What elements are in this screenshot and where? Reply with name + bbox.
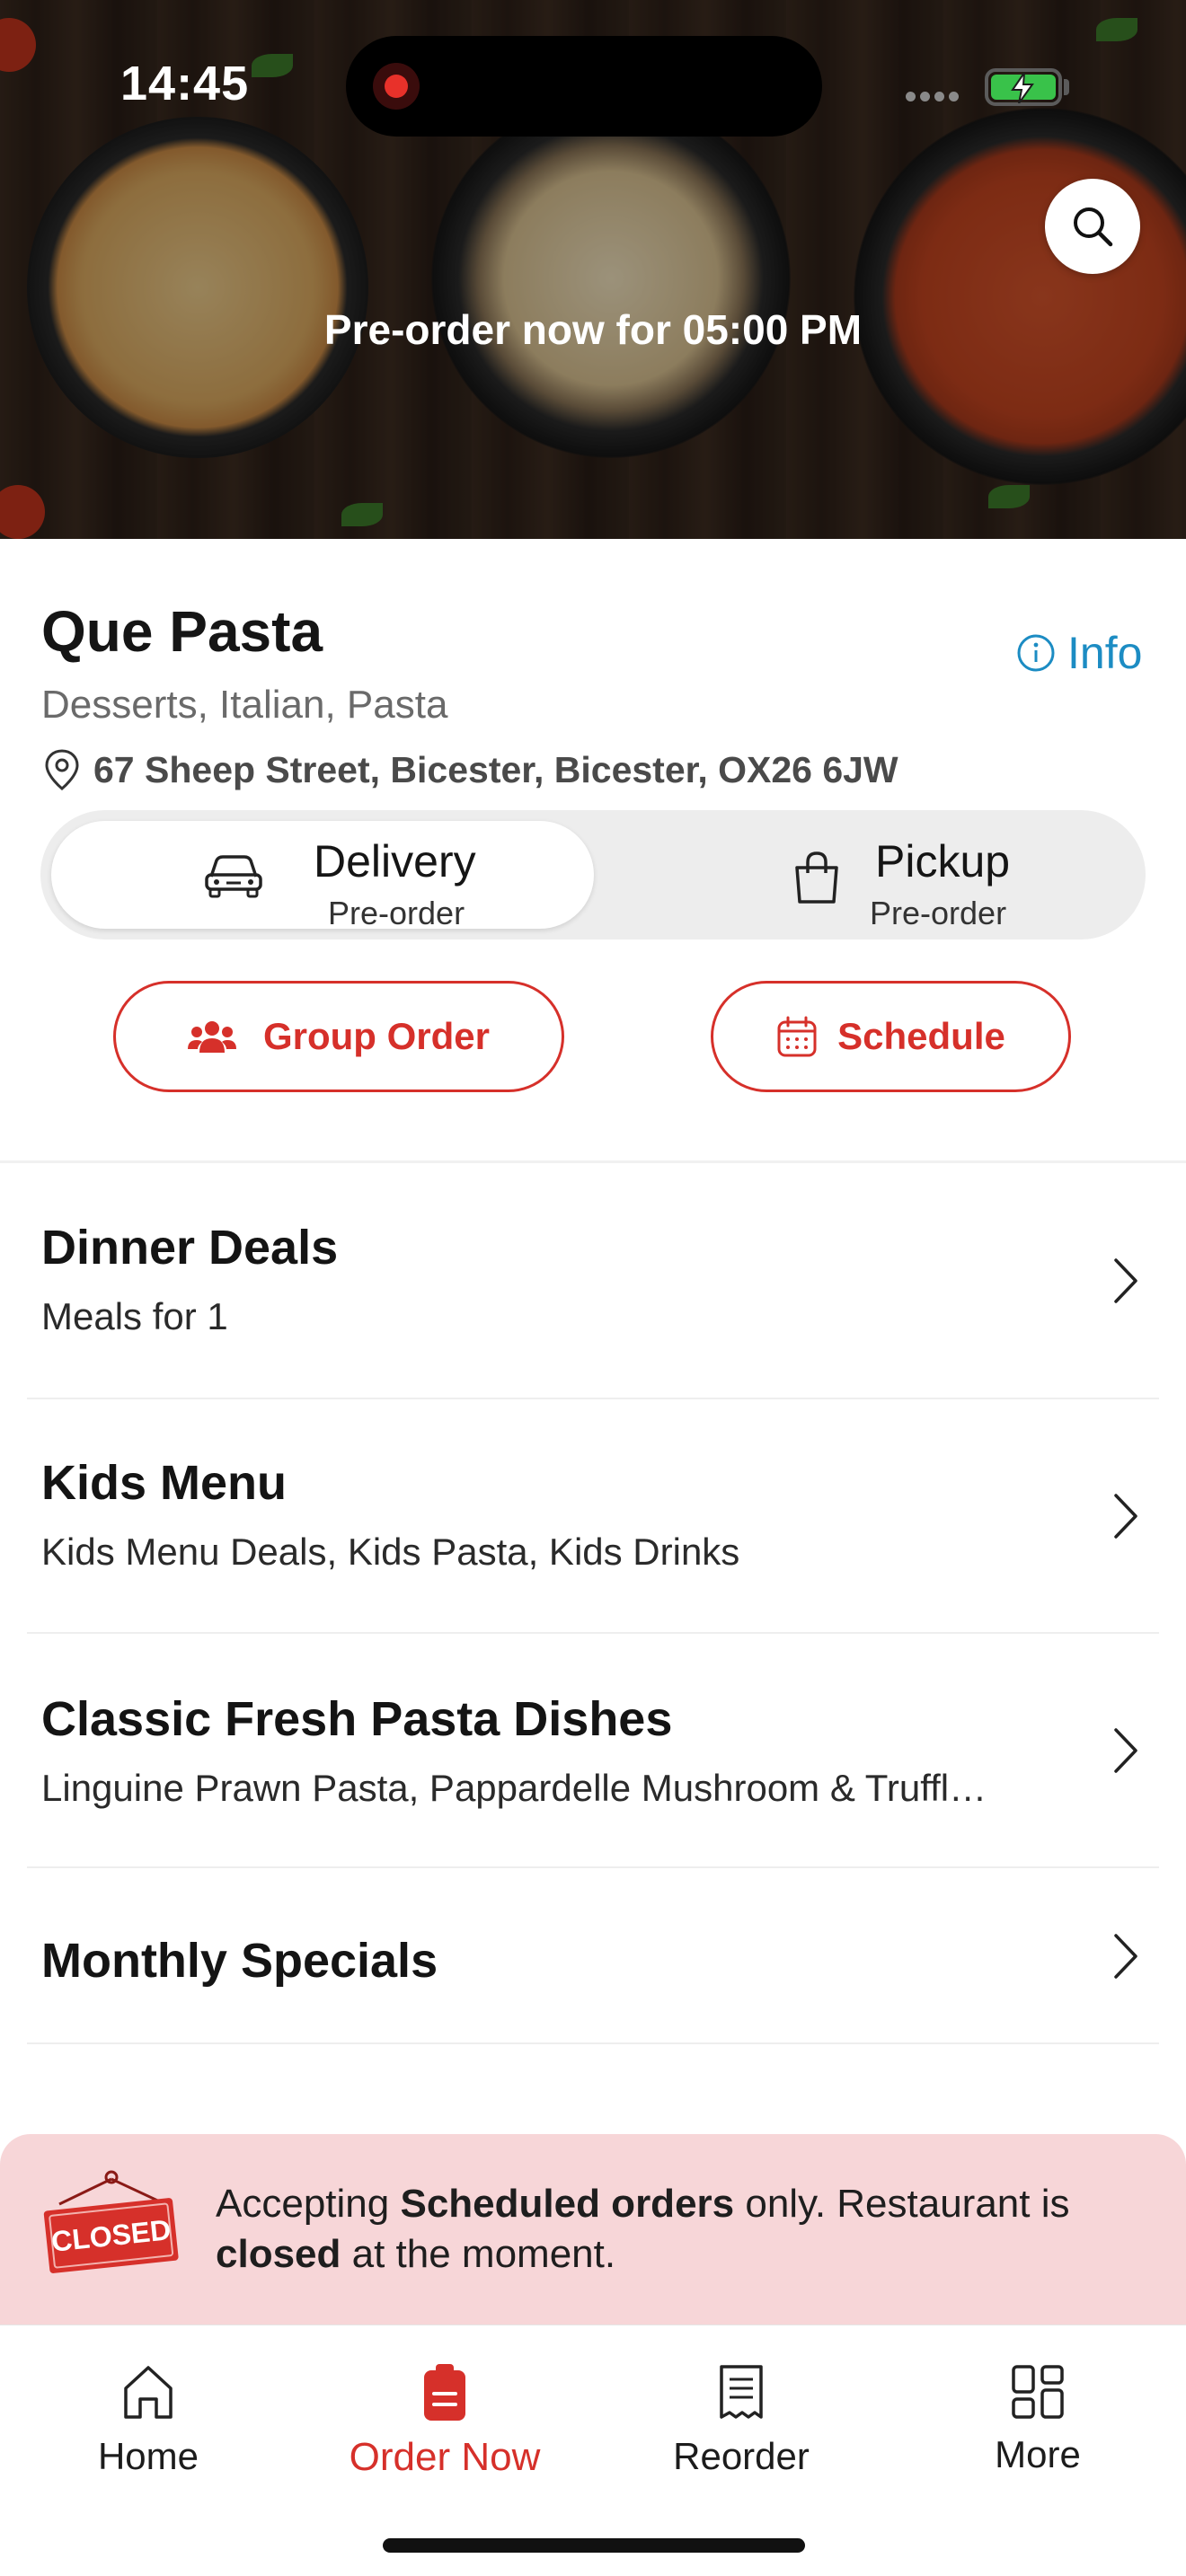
tab-order-now[interactable]: Order Now [296,2363,593,2480]
schedule-label: Schedule [837,1015,1005,1057]
home-indicator[interactable] [383,2538,805,2553]
recording-indicator-icon [373,63,420,110]
home-icon [124,2366,173,2419]
restaurant-name: Que Pasta [41,599,323,664]
dynamic-island [346,36,822,137]
cellular-signal-icon [906,90,969,101]
category-description: Kids Menu Deals, Kids Pasta, Kids Drinks [41,1531,740,1573]
tab-reorder[interactable]: Reorder [593,2363,890,2478]
category-row-classic-fresh-pasta[interactable]: Classic Fresh Pasta Dishes Linguine Praw… [0,1634,1186,1867]
row-divider [27,2042,1159,2044]
info-icon [1017,634,1055,672]
delivery-label: Delivery [314,836,476,887]
restaurant-address: 67 Sheep Street, Bicester, Bicester, OX2… [41,747,898,792]
chevron-right-icon [1114,1728,1137,1773]
chevron-right-icon [1114,1934,1137,1979]
status-time: 14:45 [120,57,250,110]
category-row-dinner-deals[interactable]: Dinner Deals Meals for 1 [0,1164,1186,1399]
schedule-button[interactable]: Schedule [711,981,1071,1092]
info-label: Info [1067,628,1143,678]
hero-banner: 14:45 Pre-order now for 05:00 PM [0,0,1186,539]
group-users-icon [187,1021,236,1053]
closed-sign-icon: CLOSED [43,2170,179,2273]
category-title: Classic Fresh Pasta Dishes [41,1692,673,1746]
category-title: Dinner Deals [41,1221,339,1275]
closed-notice: CLOSED Accepting Scheduled orders only. … [0,2134,1186,2325]
location-pin-icon [45,749,79,790]
car-icon [205,855,262,898]
search-icon [1074,207,1113,247]
tab-label: Reorder [673,2435,810,2477]
tab-more[interactable]: More [890,2363,1186,2476]
chevron-right-icon [1114,1494,1137,1539]
delivery-sub-label: Pre-order [328,895,465,931]
battery-tip [1064,79,1069,95]
section-divider [0,1160,1186,1163]
category-row-kids-menu[interactable]: Kids Menu Kids Menu Deals, Kids Pasta, K… [0,1399,1186,1633]
pickup-option[interactable]: Pickup Pre-order [597,821,1137,931]
closed-notice-text: Accepting Scheduled orders only. Restaur… [216,2182,1070,2276]
grid-icon [1012,2365,1064,2419]
shopping-bag-icon [795,851,838,904]
category-title: Monthly Specials [41,1934,438,1988]
preorder-banner-text: Pre-order now for 05:00 PM [323,306,863,353]
tab-home[interactable]: Home [0,2363,296,2478]
tab-label: More [995,2433,1081,2475]
category-row-monthly-specials[interactable]: Monthly Specials [0,1868,1186,2044]
group-order-button[interactable]: Group Order [113,981,564,1092]
cuisine-list: Desserts, Italian, Pasta [41,683,448,727]
category-description: Linguine Prawn Pasta, Pappardelle Mushro… [41,1767,987,1809]
category-description: Meals for 1 [41,1295,228,1337]
pickup-label: Pickup [875,836,1011,887]
chevron-right-icon [1114,1258,1137,1303]
info-button[interactable]: Info [1015,627,1142,679]
tab-label: Home [97,2435,199,2477]
battery-charging-icon [985,68,1062,106]
receipt-icon [720,2365,763,2419]
pickup-sub-label: Pre-order [870,895,1007,931]
search-button[interactable] [1045,179,1140,274]
calendar-icon [777,1016,817,1057]
delivery-option[interactable]: Delivery Pre-order [51,821,594,931]
address-text: 67 Sheep Street, Bicester, Bicester, OX2… [93,748,898,790]
order-mode-toggle: Delivery Pre-order Pickup Pre-order [40,810,1146,940]
group-order-label: Group Order [262,1015,491,1057]
category-title: Kids Menu [41,1456,288,1510]
tab-label: Order Now [349,2435,541,2479]
order-icon [424,2364,465,2421]
